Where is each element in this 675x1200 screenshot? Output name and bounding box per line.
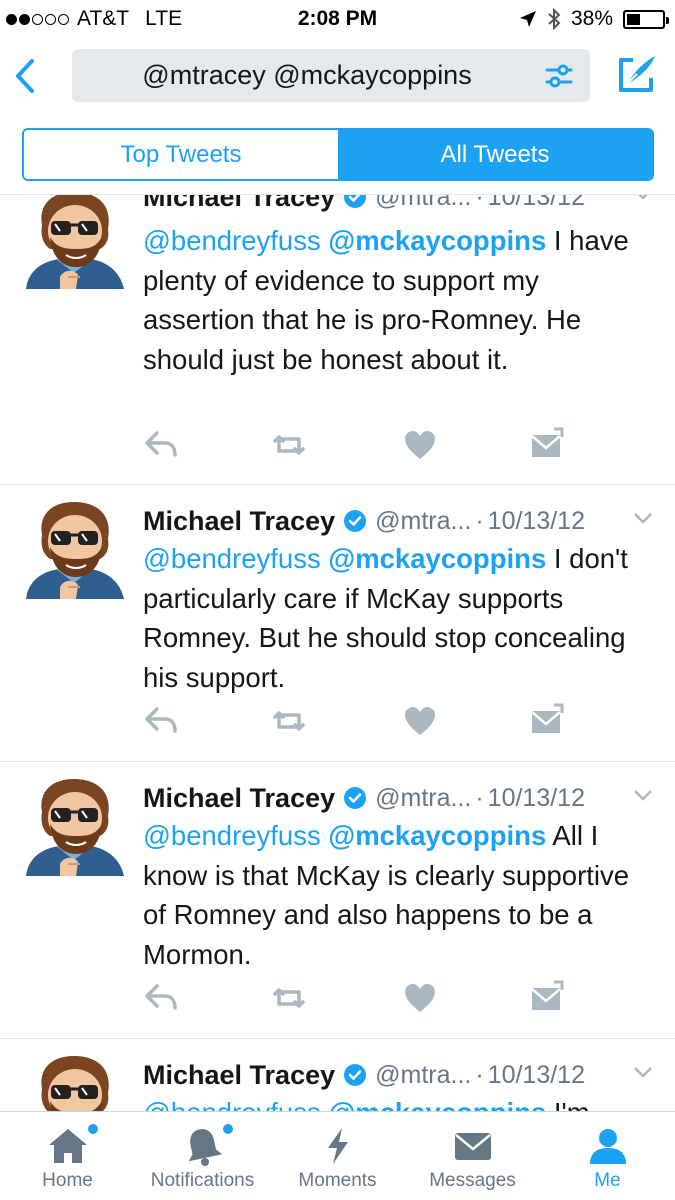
tab-label: Home [42,1170,93,1191]
direct-message-icon[interactable] [528,980,564,1016]
direct-message-icon[interactable] [528,703,564,739]
tab-label: Moments [298,1170,377,1191]
verified-badge-icon [343,509,368,533]
author-handle[interactable]: @mtra... [375,784,471,813]
tweet-actions [143,427,583,467]
retweet-icon[interactable] [271,703,307,739]
bottom-tab-bar: Home Notifications Moments Messages Me [0,1111,675,1200]
retweet-icon[interactable] [271,980,307,1016]
tweet-actions [143,980,583,1020]
mention-link[interactable]: @mckaycoppins [328,1097,546,1111]
tweet-text: @bendreyfuss @mckaycoppins All I know is… [143,816,658,974]
separator: · [475,194,484,211]
verified-badge-icon [343,1063,368,1087]
retweet-icon[interactable] [271,427,307,463]
tab-label: Me [594,1170,621,1191]
bell-icon [188,1129,222,1166]
mention-link[interactable]: @bendreyfuss [143,543,321,574]
tab-label: Notifications [150,1170,255,1191]
tweet-header: Michael Tracey @mtra... · 10/13/12 [143,194,663,217]
envelope-icon [454,1133,491,1160]
tweet-actions [143,703,583,743]
tab-top-tweets[interactable]: Top Tweets [24,130,338,179]
tweet-header: Michael Tracey @mtra... · 10/13/12 [143,778,663,818]
notifications-unread-badge [223,1124,233,1134]
tweet-date: 10/13/12 [487,783,585,812]
search-query[interactable]: @mtracey @mckaycoppins [72,60,542,91]
chevron-down-icon[interactable] [633,1065,653,1079]
verified-badge-icon [343,195,368,209]
separator: · [475,506,484,535]
heart-icon[interactable] [402,703,438,739]
tweet-header: Michael Tracey @mtra... · 10/13/12 [143,501,663,541]
direct-message-icon[interactable] [528,427,564,463]
author-handle[interactable]: @mtra... [375,1061,471,1090]
tweet-date: 10/13/12 [487,506,585,535]
compose-tweet-icon[interactable] [615,52,659,96]
avatar[interactable] [20,1053,128,1111]
search-header: @mtracey @mckaycoppins [0,38,675,113]
search-field[interactable]: @mtracey @mckaycoppins [72,49,590,102]
home-unread-badge [88,1124,98,1134]
status-bar: AT&T LTE 2:08 PM 38% [0,0,675,38]
status-right: 38% [519,7,669,31]
lightning-icon [327,1128,348,1164]
author-name[interactable]: Michael Tracey [143,783,335,814]
author-name[interactable]: Michael Tracey [143,1060,335,1091]
tweet-date: 10/13/12 [487,1060,585,1089]
profile-icon [589,1129,626,1164]
chevron-down-icon[interactable] [633,194,653,201]
author-name[interactable]: Michael Tracey [143,506,335,537]
back-chevron-icon[interactable] [10,56,40,96]
tweet[interactable]: Michael Tracey @mtra... · 10/13/12 @bend… [0,1039,675,1111]
separator: · [475,783,484,812]
mention-link[interactable]: @bendreyfuss [143,820,321,851]
tab-label: Messages [429,1170,516,1191]
heart-icon[interactable] [402,980,438,1016]
tweet[interactable]: Michael Tracey @mtra... · 10/13/12 @bend… [0,762,675,1039]
tweet-timeline[interactable]: Michael Tracey @mtra... · 10/13/12 @bend… [0,194,675,1111]
tab-notifications[interactable]: Notifications [135,1112,270,1200]
tweet[interactable]: Michael Tracey @mtra... · 10/13/12 @bend… [0,485,675,762]
verified-badge-icon [343,786,368,810]
results-filter-tabs: Top Tweets All Tweets [22,128,654,181]
mention-link[interactable]: @bendreyfuss [143,225,321,256]
tab-messages[interactable]: Messages [405,1112,540,1200]
tweet-text: @bendreyfuss @mckaycoppins I don't parti… [143,539,658,697]
bluetooth-icon [548,8,561,30]
tab-home[interactable]: Home [0,1112,135,1200]
chevron-down-icon[interactable] [633,511,653,525]
tweet-text: @bendreyfuss @mckaycoppins I have plenty… [143,221,658,379]
mention-link[interactable]: @mckaycoppins [328,543,546,574]
tab-all-tweets[interactable]: All Tweets [338,130,652,179]
battery-percent: 38% [570,7,613,30]
avatar[interactable] [20,194,128,289]
avatar[interactable] [20,776,128,876]
heart-icon[interactable] [402,427,438,463]
home-icon [48,1129,87,1163]
mention-link[interactable]: @mckaycoppins [328,820,546,851]
location-icon [519,11,536,27]
tab-me[interactable]: Me [540,1112,675,1200]
tweet-header: Michael Tracey @mtra... · 10/13/12 [143,1055,663,1095]
reply-icon[interactable] [143,703,179,739]
mention-link[interactable]: @mckaycoppins [328,225,546,256]
author-name[interactable]: Michael Tracey [143,195,335,213]
chevron-down-icon[interactable] [633,788,653,802]
tweet-body: I'm [554,1097,590,1111]
tweet-date: 10/13/12 [487,194,585,211]
separator: · [475,1060,484,1089]
author-handle[interactable]: @mtra... [375,195,471,212]
reply-icon[interactable] [143,980,179,1016]
reply-icon[interactable] [143,427,179,463]
tweet[interactable]: Michael Tracey @mtra... · 10/13/12 @bend… [0,194,675,485]
avatar[interactable] [20,499,128,599]
battery-icon [623,9,669,29]
author-handle[interactable]: @mtra... [375,507,471,536]
tab-moments[interactable]: Moments [270,1112,405,1200]
filter-settings-icon[interactable] [544,62,574,90]
tweet-text: @bendreyfuss @mckaycoppins I'm [143,1093,658,1111]
mention-link[interactable]: @bendreyfuss [143,1097,321,1111]
